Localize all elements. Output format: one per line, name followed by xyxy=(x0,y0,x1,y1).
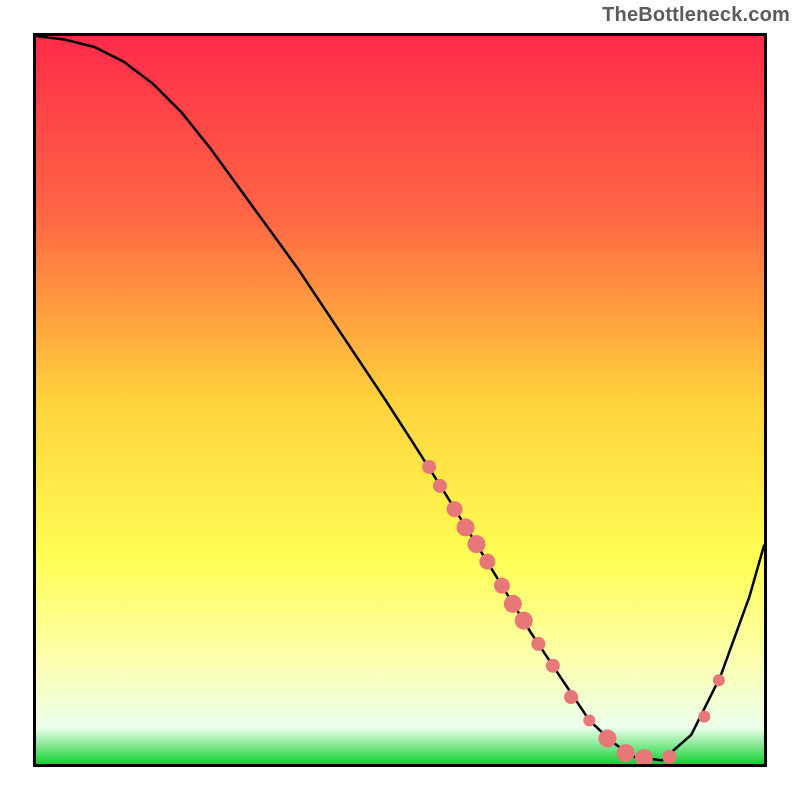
data-point xyxy=(583,714,595,726)
chart-frame: TheBottleneck.com xyxy=(0,0,800,800)
data-point xyxy=(546,659,560,673)
plot-svg xyxy=(36,36,764,764)
data-point xyxy=(698,711,710,723)
attribution-text: TheBottleneck.com xyxy=(602,4,790,27)
data-point xyxy=(564,690,578,704)
data-point xyxy=(662,750,676,764)
data-point xyxy=(713,674,725,686)
data-point xyxy=(447,501,463,517)
data-point xyxy=(515,612,533,630)
data-point xyxy=(617,744,635,762)
data-point xyxy=(422,460,436,474)
gradient-background xyxy=(36,36,764,764)
data-point xyxy=(433,479,447,493)
data-point xyxy=(479,554,495,570)
data-point xyxy=(494,578,510,594)
data-point xyxy=(598,730,616,748)
data-point xyxy=(467,535,485,553)
data-point xyxy=(504,595,522,613)
data-point xyxy=(457,518,475,536)
data-point xyxy=(531,637,545,651)
